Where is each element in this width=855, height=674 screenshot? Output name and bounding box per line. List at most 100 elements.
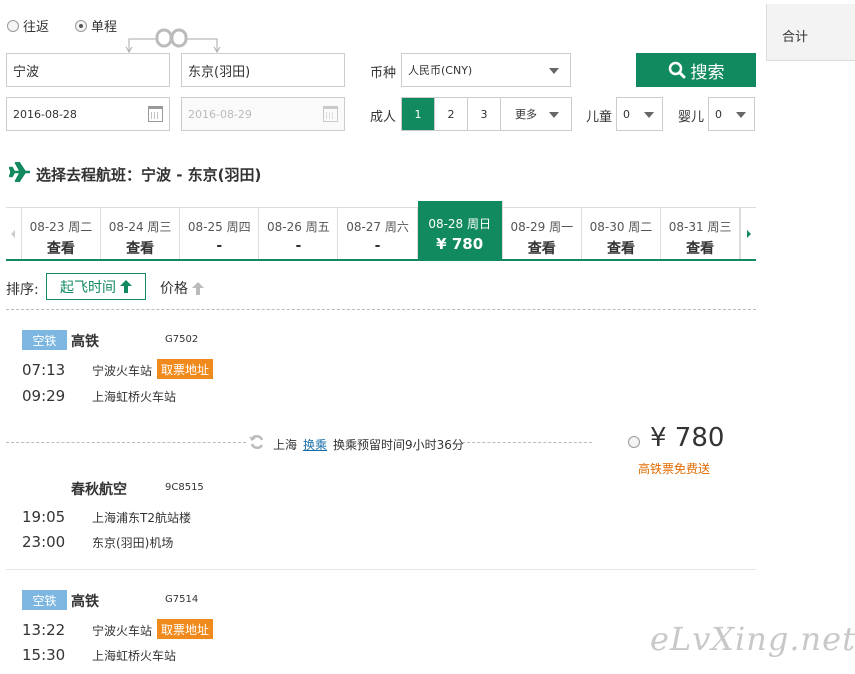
train-code: G7514 — [165, 594, 199, 605]
date-strip: 08-23 周二 查看 08-24 周三 查看 08-25 周四 - 08-26 周五… — [6, 201, 756, 261]
adult-option-2[interactable]: 2 — [435, 98, 468, 130]
chevron-down-icon — [549, 68, 559, 74]
date-cell-selected[interactable]: 08-28 周日 ¥ 780 — [417, 201, 503, 259]
date-cell[interactable]: 08-30 周二 查看 — [582, 208, 662, 259]
watermark: eLvXing.net — [650, 620, 855, 658]
sort-by-price-label: 价格 — [160, 281, 188, 297]
weekday-label: 周五 — [305, 220, 330, 234]
transfer-link[interactable]: 换乘 — [303, 436, 327, 453]
departure-time: 07:13 — [22, 361, 66, 379]
child-select[interactable]: 0 — [616, 97, 663, 131]
date-cell[interactable]: 08-26 周五 - — [259, 208, 339, 259]
weekday-label: 周六 — [384, 220, 409, 234]
transfer-line-right — [462, 442, 592, 443]
weekday-label: 周二 — [628, 220, 653, 234]
currency-select[interactable]: 人民币(CNY) — [401, 53, 571, 87]
divider — [6, 309, 756, 310]
departure-station: 上海浦东T2航站楼 — [92, 511, 191, 525]
sort-label: 排序: — [6, 282, 39, 298]
infant-select[interactable]: 0 — [708, 97, 755, 131]
itinerary-price: ¥ 780 — [650, 423, 725, 453]
date-label: 08-27 — [346, 220, 382, 234]
rail-tag: 空铁 — [22, 590, 67, 610]
weekday-label: 周一 — [549, 220, 574, 234]
trip-type-round[interactable]: 往返 — [7, 16, 49, 35]
from-city-input[interactable]: 宁波 — [6, 53, 170, 87]
free-rail-note: 高铁票免费送 — [638, 462, 711, 476]
date-cell[interactable]: 08-29 周一查看 — [503, 208, 582, 259]
infant-value: 0 — [715, 107, 722, 121]
arrival-time: 09:29 — [22, 387, 66, 405]
adult-more-select[interactable]: 更多 — [501, 98, 571, 130]
depart-date-value: 2016-08-28 — [13, 107, 77, 121]
chevron-down-icon — [736, 112, 746, 118]
swap-cities-icon[interactable] — [124, 27, 224, 53]
adult-option-1[interactable]: 1 — [402, 98, 435, 130]
date-price: - — [216, 238, 223, 254]
search-label: 搜索 — [690, 62, 725, 83]
one-way-label: 单程 — [91, 20, 118, 35]
date-cell[interactable]: 08-25 周四 - — [180, 208, 260, 259]
date-price: 查看 — [527, 241, 556, 257]
weekday-label: 周三 — [147, 220, 172, 234]
date-label: 08-28 — [428, 217, 464, 231]
departure-station: 宁波火车站 — [92, 364, 153, 378]
select-itinerary-radio[interactable] — [628, 435, 640, 448]
date-price: - — [295, 238, 302, 254]
departure-station: 宁波火车站 — [92, 624, 153, 638]
search-icon — [668, 61, 685, 79]
adult-more-label: 更多 — [515, 108, 537, 121]
adult-selector[interactable]: 1 2 3 更多 — [401, 97, 572, 131]
date-cell[interactable]: 08-27 周六 - — [338, 208, 418, 259]
total-label: 合计 — [782, 30, 809, 45]
arrival-time: 23:00 — [22, 533, 66, 551]
weekday-label: 周二 — [68, 220, 93, 234]
date-label: 08-26 — [267, 220, 302, 234]
date-label: 08-29 — [510, 220, 546, 234]
date-price: - — [374, 238, 381, 254]
calendar-icon[interactable] — [148, 106, 163, 122]
arrival-station: 上海虹桥火车站 — [92, 649, 177, 663]
chevron-left-icon — [11, 229, 16, 238]
date-cell[interactable]: 08-31 周三 查看 — [661, 208, 741, 259]
airplane-icon — [9, 162, 30, 182]
child-label: 儿童 — [586, 110, 613, 125]
section-title: 选择去程航班：宁波 - 东京(羽田) — [36, 166, 262, 184]
date-label: 08-23 — [29, 220, 65, 234]
flight-code: 9C8515 — [165, 482, 204, 493]
sort-by-time-button[interactable]: 起飞时间 — [46, 273, 146, 300]
adult-option-3[interactable]: 3 — [468, 98, 501, 130]
round-trip-label: 往返 — [23, 20, 50, 35]
adult-label: 成人 — [370, 110, 397, 125]
depart-date-input[interactable]: 2016-08-28 — [6, 97, 170, 131]
sort-by-time-label: 起飞时间 — [60, 279, 116, 296]
currency-value: 人民币(CNY) — [408, 64, 473, 77]
return-date-value: 2016-08-29 — [188, 107, 252, 121]
date-cell[interactable]: 08-23 周二 查看 — [22, 208, 101, 259]
date-prev-button[interactable] — [6, 208, 22, 259]
date-next-button[interactable] — [740, 208, 756, 259]
total-panel: 合计 — [766, 4, 855, 61]
airline-name: 春秋航空 — [71, 482, 127, 498]
ticket-pickup-tag[interactable]: 取票地址 — [157, 359, 214, 379]
radio-one-way[interactable] — [75, 19, 87, 32]
train-code: G7502 — [165, 334, 199, 345]
search-button[interactable]: 搜索 — [636, 53, 756, 87]
carrier-name: 高铁 — [71, 334, 99, 350]
calendar-icon — [323, 106, 338, 122]
trip-type-oneway[interactable]: 单程 — [75, 16, 117, 35]
to-city-input[interactable]: 东京(羽田) — [181, 53, 345, 87]
ticket-pickup-tag[interactable]: 取票地址 — [157, 619, 214, 639]
transfer-line-left — [6, 442, 246, 443]
radio-round-trip[interactable] — [7, 19, 19, 32]
child-value: 0 — [623, 107, 630, 121]
arrow-up-icon — [192, 281, 204, 295]
arrival-station: 东京(羽田)机场 — [92, 536, 174, 550]
departure-time: 13:22 — [22, 621, 66, 639]
departure-time: 19:05 — [22, 508, 66, 526]
chevron-down-icon — [644, 112, 654, 118]
date-cell[interactable]: 08-24 周三 查看 — [101, 208, 181, 259]
carrier-name: 高铁 — [71, 594, 99, 610]
transfer-wait: 换乘预留时间9小时36分 — [333, 438, 464, 452]
sort-by-price-button[interactable]: 价格 — [160, 278, 204, 298]
